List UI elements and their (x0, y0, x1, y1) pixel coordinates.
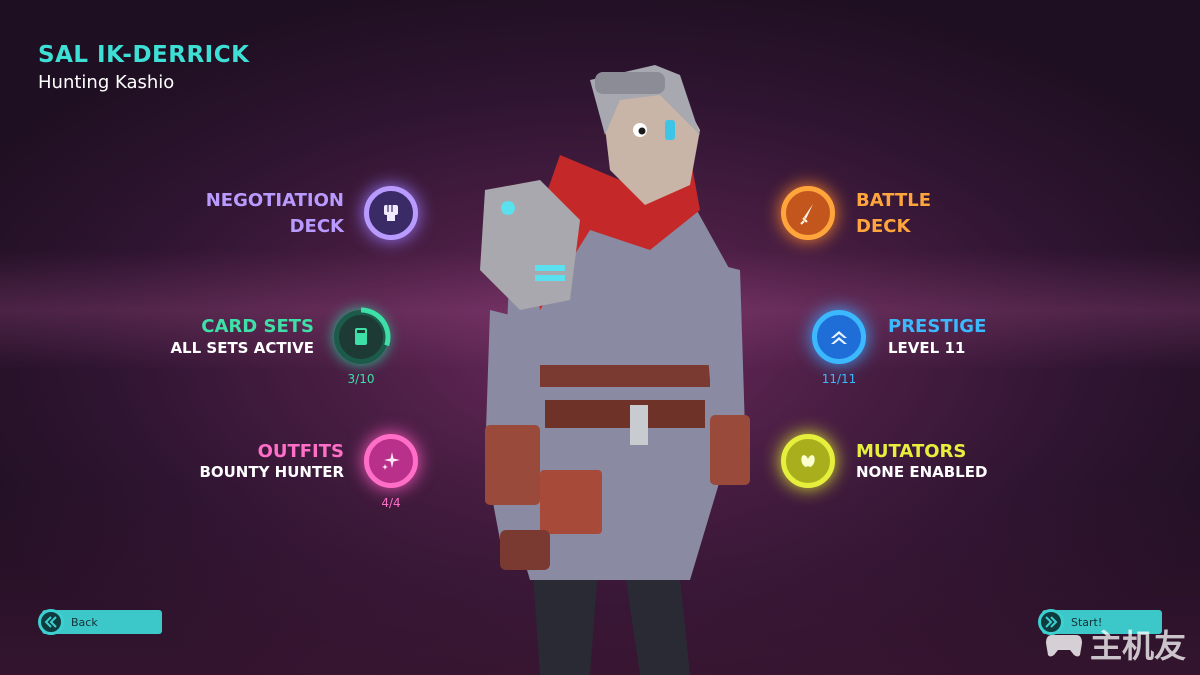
negotiation-deck-button[interactable] (364, 186, 418, 240)
sparkle-icon (382, 452, 400, 470)
battle-label-line1: BATTLE (856, 190, 931, 211)
card-sets-progress-arc (360, 307, 391, 347)
beans-icon (801, 455, 815, 467)
character-name: SAL IK-DERRICK (38, 42, 250, 68)
character-objective: Hunting Kashio (38, 72, 175, 93)
dagger-icon (800, 204, 813, 225)
character-header: SAL IK-DERRICK Hunting Kashio (38, 42, 249, 93)
card-sets-value: ALL SETS ACTIVE (170, 339, 314, 357)
prestige-count: 11/11 (821, 372, 857, 386)
prestige-button[interactable] (812, 310, 866, 364)
outfits-value: BOUNTY HUNTER (199, 463, 344, 481)
double-chevron-left-icon (38, 609, 64, 635)
gamepad-icon (1045, 635, 1082, 657)
back-button[interactable]: Back (38, 609, 162, 635)
card-sets-label: CARD SETS (201, 316, 314, 337)
back-label: Back (71, 615, 98, 629)
mutators-button[interactable] (781, 434, 835, 488)
negotiation-label-line1: NEGOTIATION (205, 190, 344, 211)
watermark-text: 主机友 (1089, 627, 1186, 665)
prestige-value: LEVEL 11 (888, 339, 966, 357)
mutators-label: MUTATORS (856, 441, 967, 462)
chevron-up-icon (831, 331, 847, 344)
mutators-value: NONE ENABLED (856, 463, 988, 481)
outfits-count: 4/4 (381, 496, 401, 510)
outfits-label: OUTFITS (257, 441, 344, 462)
card-sets-progress-fill (360, 307, 391, 347)
fist-icon (384, 205, 398, 221)
site-watermark: 主机友 (1044, 621, 1186, 667)
negotiation-label-line2: DECK (289, 216, 344, 237)
battle-deck-button[interactable] (781, 186, 835, 240)
prestige-label: PRESTIGE (888, 316, 987, 337)
card-sets-count: 3/10 (347, 372, 375, 386)
outfits-button[interactable] (364, 434, 418, 488)
character-portrait (480, 65, 750, 675)
battle-label-line2: DECK (856, 216, 911, 237)
